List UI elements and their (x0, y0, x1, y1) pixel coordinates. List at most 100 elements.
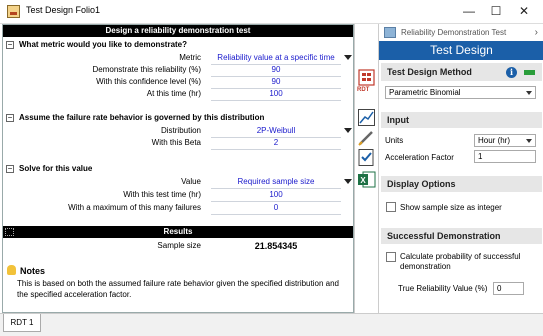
method-group: Test Design Method i Parametric Binomial (381, 63, 542, 105)
rdt-folio-icon (384, 27, 396, 38)
chevron-down-icon[interactable] (344, 179, 352, 184)
check-button[interactable] (357, 148, 376, 167)
plot-button[interactable] (357, 108, 376, 127)
method-select[interactable]: Parametric Binomial (385, 86, 536, 99)
panel-breadcrumb[interactable]: Reliability Demonstration Test › (379, 24, 543, 41)
design-banner: Design a reliability demonstration test (3, 25, 353, 37)
solve-section-title: Solve for this value (19, 164, 93, 173)
sample-integer-label: Show sample size as integer (400, 203, 502, 212)
title-bar: Test Design Folio1 — ☐ ✕ (0, 0, 543, 24)
success-header-label: Successful Demonstration (387, 231, 501, 241)
probability-label: Calculate probability of successful demo… (400, 252, 521, 271)
notes-text: This is based on both the assumed failur… (17, 279, 339, 299)
lightbulb-icon (7, 265, 16, 275)
method-header-label: Test Design Method (387, 67, 472, 77)
units-selected: Hour (hr) (478, 136, 511, 145)
display-group: Display Options Show sample size as inte… (381, 176, 542, 220)
distribution-row: Distribution 2P-Weibull (3, 125, 353, 138)
collapse-icon[interactable]: − (6, 114, 14, 122)
folio-app-icon (7, 5, 20, 18)
failures-input[interactable]: 0 (211, 202, 341, 215)
notes-heading: Notes (7, 265, 45, 276)
failure-section-title: Assume the failure rate behavior is gove… (19, 113, 265, 122)
plot-icon (358, 109, 375, 126)
svg-text:X: X (360, 176, 366, 185)
units-select[interactable]: Hour (hr) (474, 134, 536, 147)
display-header: Display Options (381, 176, 542, 192)
grid-icon (5, 228, 14, 236)
value-select[interactable]: Required sample size (211, 176, 341, 189)
input-header-label: Input (387, 115, 409, 125)
beta-label: With this Beta (151, 138, 201, 147)
reliability-row: Demonstrate this reliability (%) 90 (3, 64, 353, 77)
sample-size-label: Sample size (157, 241, 201, 250)
sample-integer-checkbox[interactable] (386, 202, 396, 212)
window-title: Test Design Folio1 (26, 5, 101, 15)
rdt-label: RDT (357, 87, 370, 93)
chevron-right-icon[interactable]: › (535, 24, 538, 41)
sample-size-value: 21.854345 (254, 241, 298, 251)
beta-input[interactable]: 2 (211, 137, 341, 150)
failures-label: With a maximum of this many failures (68, 203, 201, 212)
true-reliability-label: True Reliability Value (%) (398, 284, 488, 293)
method-header: Test Design Method (381, 63, 542, 81)
time-input[interactable]: 100 (211, 88, 341, 101)
beta-row: With this Beta 2 (3, 137, 353, 150)
value-row: Value Required sample size (3, 176, 353, 189)
excel-icon: X (358, 171, 376, 188)
solve-section-header[interactable]: − Solve for this value (3, 162, 353, 175)
display-header-label: Display Options (387, 179, 456, 189)
sample-size-row: Sample size 21.854345 (3, 240, 353, 252)
success-group: Successful Demonstration Calculate proba… (381, 228, 542, 308)
time-row: At this time (hr) 100 (3, 88, 353, 101)
test-time-row: With this test time (hr) 100 (3, 189, 353, 202)
input-header: Input (381, 112, 542, 128)
maximize-button[interactable]: ☐ (486, 2, 506, 20)
test-time-input[interactable]: 100 (211, 189, 341, 202)
metric-label: Metric (179, 53, 201, 62)
collapse-icon[interactable]: − (6, 165, 14, 173)
failure-section-header[interactable]: − Assume the failure rate behavior is go… (3, 111, 353, 124)
metric-section-title: What metric would you like to demonstrat… (19, 40, 188, 49)
close-button[interactable]: ✕ (514, 2, 534, 20)
pencil-icon (358, 131, 373, 146)
true-reliability-input[interactable]: 0 (493, 282, 524, 295)
chevron-down-icon (526, 91, 532, 95)
accel-input[interactable]: 1 (474, 150, 536, 163)
value-label: Value (181, 177, 201, 186)
metric-row: Metric Reliability value at a specific t… (3, 52, 353, 65)
status-bar: RDT 1 (0, 313, 543, 336)
results-title: Results (163, 227, 193, 236)
method-selected: Parametric Binomial (389, 88, 461, 97)
worksheet: Design a reliability demonstration test … (2, 24, 354, 313)
panel-title: Test Design (379, 41, 543, 60)
reliability-label: Demonstrate this reliability (%) (92, 65, 201, 74)
accel-label: Acceleration Factor (385, 153, 454, 162)
design-banner-title: Design a reliability demonstration test (105, 26, 251, 35)
failures-row: With a maximum of this many failures 0 (3, 202, 353, 215)
calculate-button[interactable] (357, 69, 376, 88)
test-time-label: With this test time (hr) (123, 190, 201, 199)
notes-title: Notes (20, 266, 46, 276)
results-banner: Results (3, 226, 353, 238)
chevron-down-icon[interactable] (344, 55, 352, 60)
status-indicator (524, 70, 535, 75)
panel-breadcrumb-label: Reliability Demonstration Test (401, 28, 507, 37)
excel-button[interactable]: X (357, 170, 376, 189)
confidence-row: With this confidence level (%) 90 (3, 76, 353, 89)
chevron-down-icon (526, 139, 532, 143)
chevron-down-icon[interactable] (344, 128, 352, 133)
tab-rdt-1[interactable]: RDT 1 (3, 314, 41, 332)
info-icon[interactable]: i (506, 67, 517, 78)
success-header: Successful Demonstration (381, 228, 542, 244)
time-label: At this time (hr) (146, 89, 201, 98)
probability-checkbox[interactable] (386, 252, 396, 262)
vertical-toolbar: RDT X (354, 24, 378, 313)
units-label: Units (385, 136, 404, 145)
metric-section-header[interactable]: − What metric would you like to demonstr… (3, 38, 353, 51)
collapse-icon[interactable]: − (6, 41, 14, 49)
minimize-button[interactable]: — (459, 2, 479, 20)
edit-button[interactable] (357, 128, 376, 147)
checklist-icon (358, 149, 374, 166)
distribution-label: Distribution (160, 126, 201, 135)
